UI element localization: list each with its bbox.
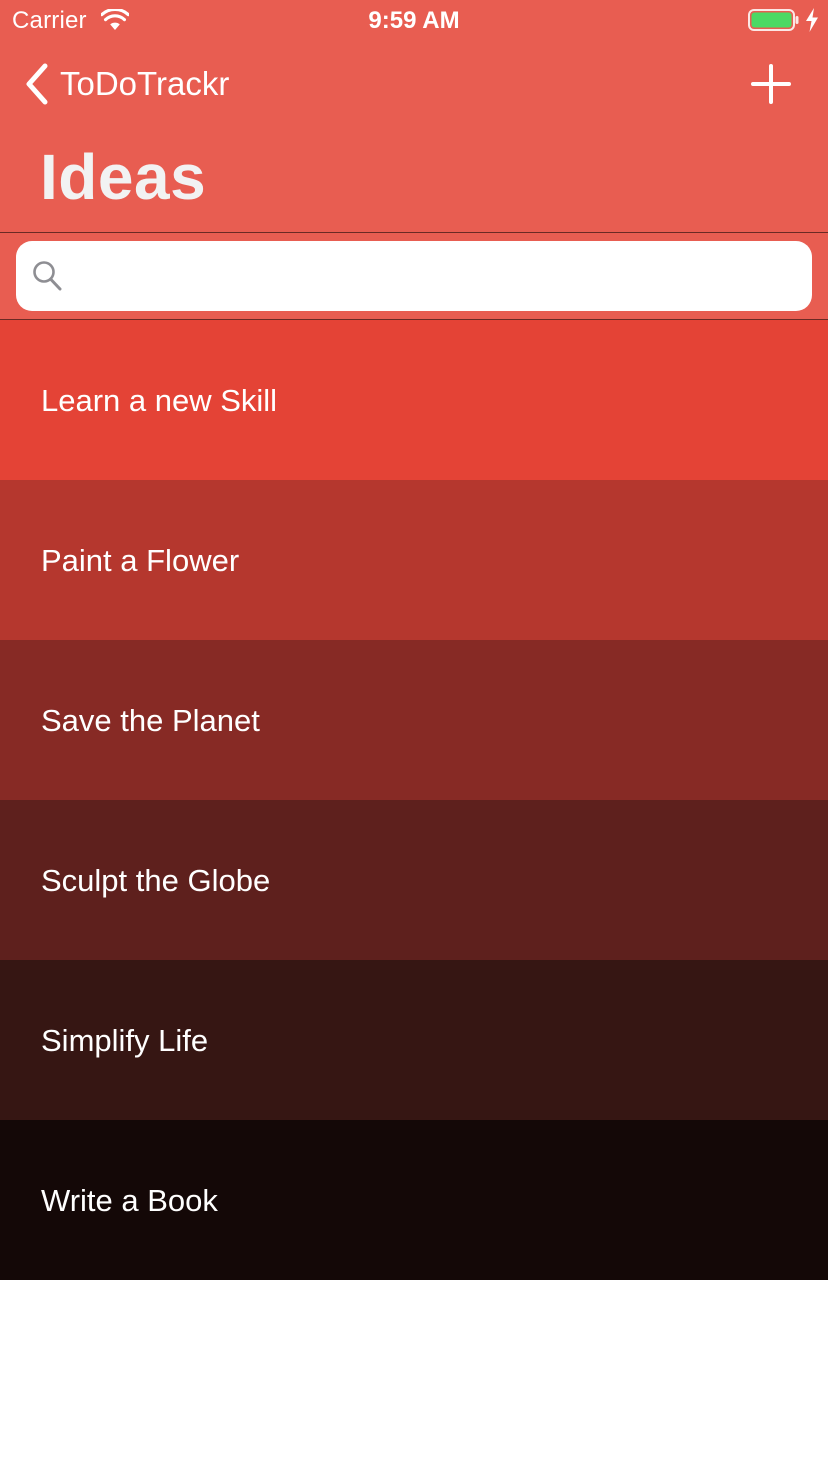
search-bar: [0, 232, 828, 320]
page-title: Ideas: [40, 141, 207, 213]
navigation-bar: Carrier 9:59 AM ToDoTrackr Ideas: [0, 0, 828, 232]
charging-icon: [806, 8, 818, 32]
battery-icon: [748, 9, 799, 31]
status-time: 9:59 AM: [368, 7, 460, 34]
list-item[interactable]: Learn a new Skill: [0, 320, 828, 480]
list-item[interactable]: Paint a Flower: [0, 480, 828, 640]
list-item-label: Write a Book: [41, 1183, 218, 1218]
list-item-label: Simplify Life: [41, 1023, 209, 1058]
list-item-label: Paint a Flower: [41, 543, 240, 578]
list-item[interactable]: Sculpt the Globe: [0, 800, 828, 960]
ideas-list: Learn a new Skill Paint a Flower Save th…: [0, 320, 828, 1280]
list-item[interactable]: Save the Planet: [0, 640, 828, 800]
screen: Carrier 9:59 AM ToDoTrackr Ideas Learn a…: [0, 0, 828, 1472]
nav-row: ToDoTrackr: [0, 52, 828, 116]
search-field[interactable]: [16, 241, 812, 313]
search-icon: [33, 261, 62, 291]
status-bar: Carrier 9:59 AM: [0, 0, 828, 44]
chevron-left-icon: [26, 63, 48, 105]
search-input[interactable]: [76, 241, 800, 313]
list-item-label: Learn a new Skill: [41, 383, 278, 418]
list-item-label: Sculpt the Globe: [41, 863, 271, 898]
list-item[interactable]: Write a Book: [0, 1120, 828, 1280]
list-item[interactable]: Simplify Life: [0, 960, 828, 1120]
plus-icon[interactable]: [749, 62, 793, 106]
back-button[interactable]: ToDoTrackr: [22, 60, 229, 108]
back-button-label: ToDoTrackr: [60, 65, 230, 102]
list-item-label: Save the Planet: [41, 703, 260, 738]
